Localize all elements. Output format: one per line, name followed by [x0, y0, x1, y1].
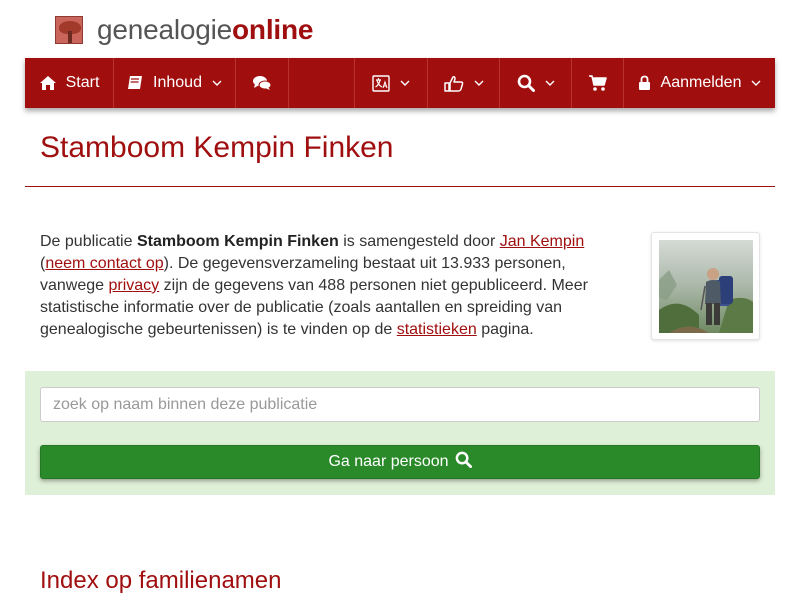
page-title: Stamboom Kempin Finken [40, 131, 394, 164]
logo-text-genealogie: genealogie [97, 14, 233, 45]
nav-shop[interactable] [572, 58, 624, 108]
desc-text: De publicatie [40, 233, 137, 250]
title-divider [25, 186, 775, 187]
surname-index-heading: Index op familienamen [40, 567, 282, 594]
chevron-down-icon [400, 80, 410, 87]
search-icon [517, 74, 535, 92]
nav-inhoud[interactable]: Inhoud [114, 58, 236, 108]
go-to-person-button[interactable]: Ga naar persoon [40, 445, 760, 479]
author-link[interactable]: Jan Kempin [500, 233, 585, 250]
author-photo[interactable] [651, 232, 760, 340]
nav-share[interactable] [428, 58, 500, 108]
site-logo[interactable]: genealogieonline [97, 16, 313, 44]
nav-search[interactable] [500, 58, 572, 108]
comments-icon [252, 75, 272, 91]
author-photo-image [659, 240, 753, 333]
privacy-link[interactable]: privacy [109, 277, 160, 294]
book-icon [127, 75, 144, 91]
chevron-down-icon [474, 80, 484, 87]
shopping-cart-icon [588, 74, 608, 92]
nav-language[interactable] [355, 58, 428, 108]
chevron-down-icon [545, 80, 555, 87]
navbar-spacer [289, 58, 355, 108]
contact-link[interactable]: neem contact op [45, 255, 163, 272]
logo-text-online: online [232, 14, 314, 45]
nav-aanmelden[interactable]: Aanmelden [624, 58, 775, 108]
nav-forum[interactable] [236, 58, 289, 108]
chevron-down-icon [212, 80, 222, 87]
home-icon [39, 75, 57, 91]
desc-text: is samengesteld door [338, 233, 500, 250]
nav-start[interactable]: Start [25, 58, 114, 108]
chevron-down-icon [751, 80, 761, 87]
tree-logo-icon[interactable] [55, 16, 83, 44]
thumbs-up-icon [443, 75, 464, 92]
desc-text: pagina. [476, 321, 534, 338]
publication-name: Stamboom Kempin Finken [136, 233, 339, 250]
search-icon [449, 451, 472, 473]
go-to-person-label: Ga naar persoon [328, 453, 449, 470]
nav-inhoud-label: Inhoud [153, 74, 202, 91]
nav-start-label: Start [65, 74, 100, 91]
person-search-input[interactable] [40, 387, 760, 422]
person-search-panel: Ga naar persoon [25, 371, 775, 495]
nav-aanmelden-label: Aanmelden [660, 74, 742, 91]
publication-description: De publicatie Stamboom Kempin Finken is … [40, 231, 610, 341]
site-header: genealogieonline [55, 14, 313, 46]
statistics-link[interactable]: statistieken [397, 321, 477, 338]
lock-icon [638, 75, 651, 91]
language-icon [372, 74, 390, 92]
main-navbar: Start Inhoud Aanmelden [25, 58, 775, 108]
